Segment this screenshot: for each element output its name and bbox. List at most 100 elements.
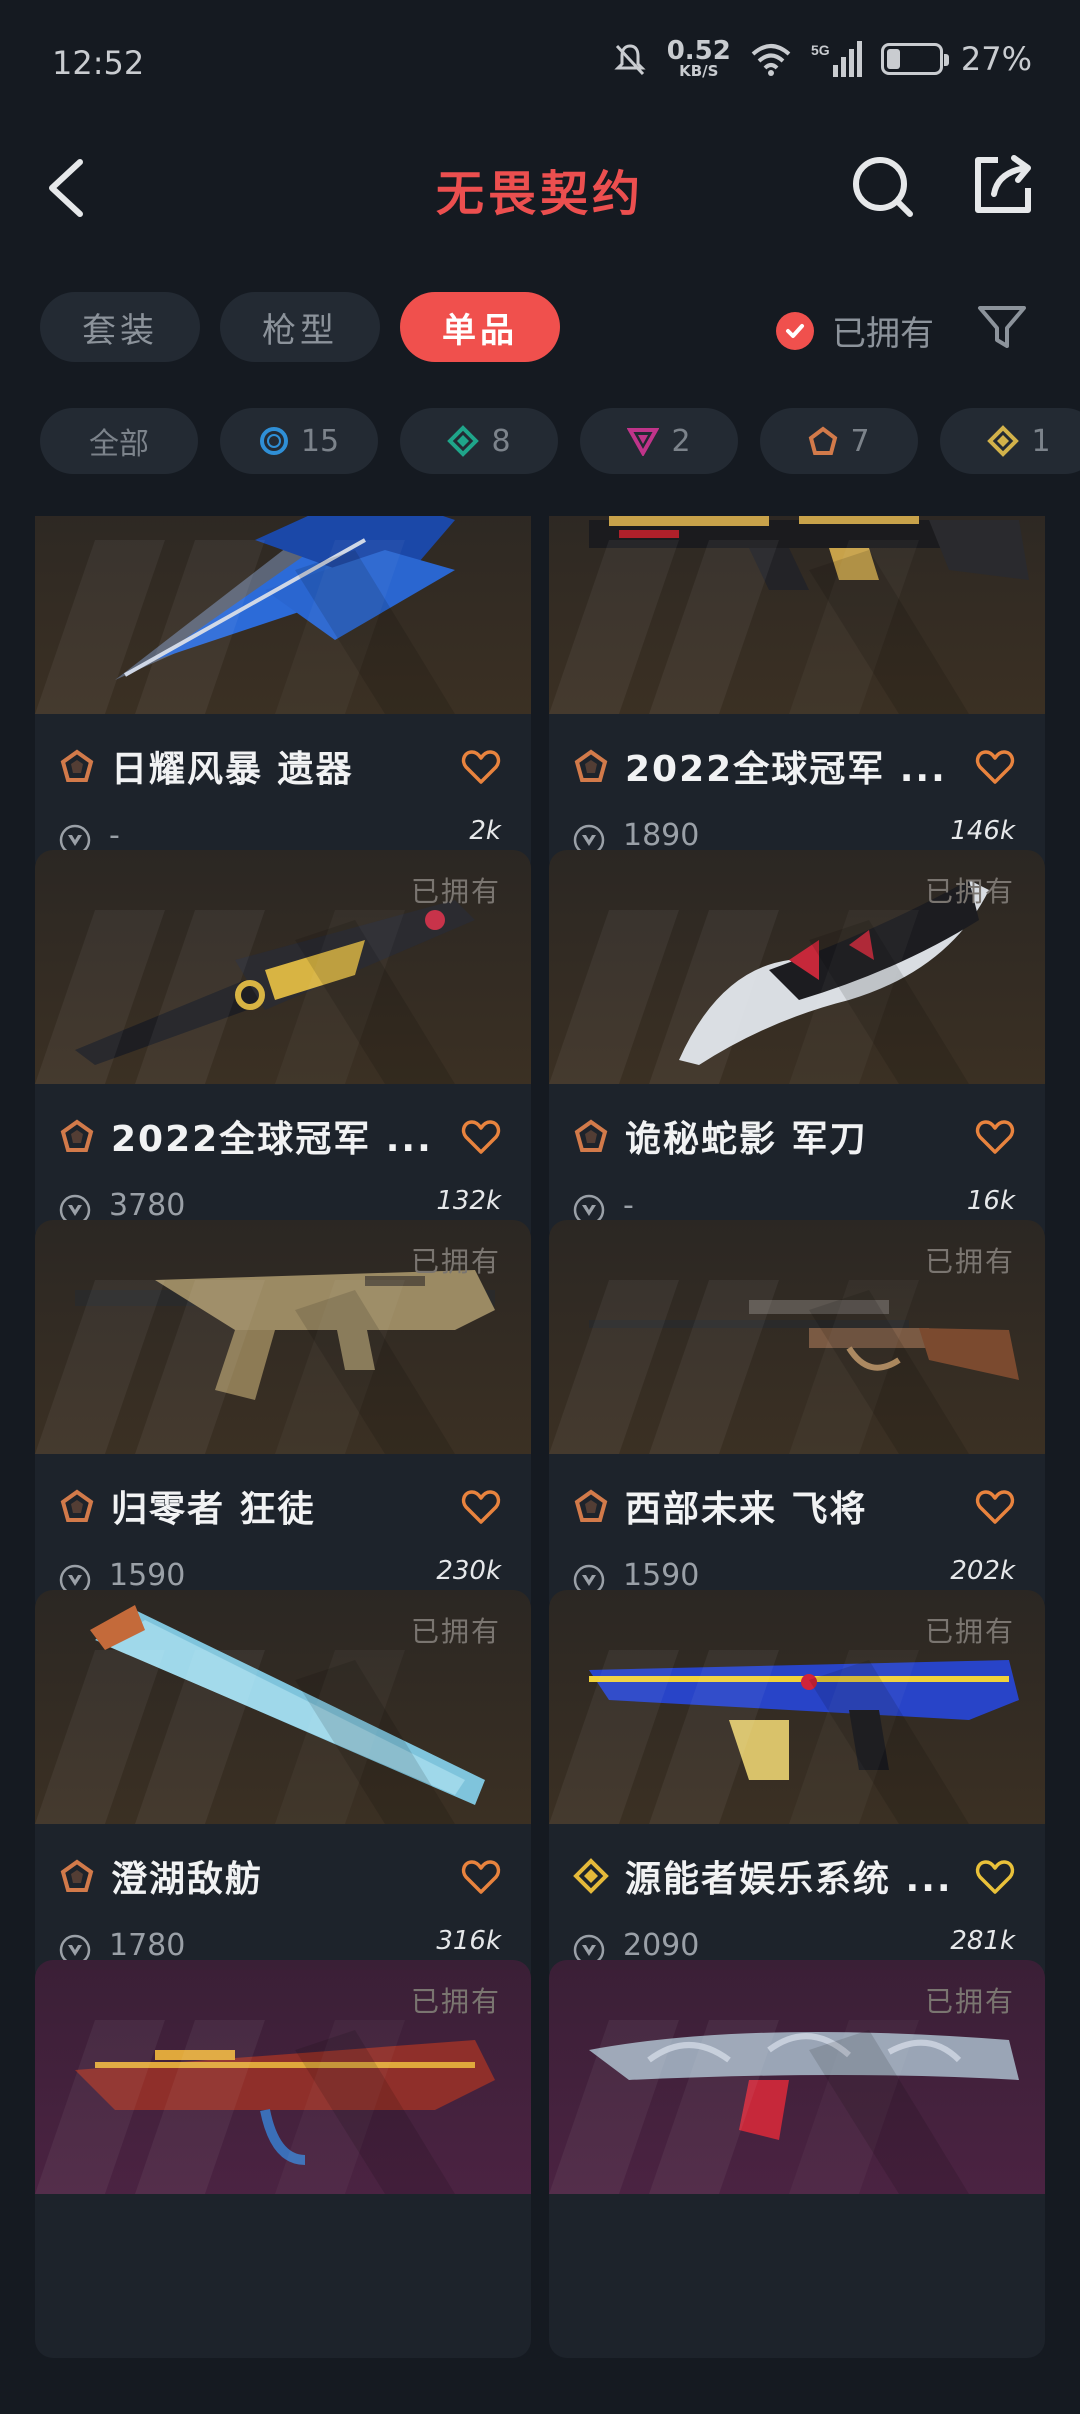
heart-icon [975, 750, 1015, 784]
favorite-button[interactable] [975, 1118, 1015, 1156]
mute-icon [614, 43, 646, 75]
chip-label: 7 [850, 423, 870, 459]
item-image: 已拥有 [549, 1960, 1045, 2194]
item-card[interactable]: 已拥有 归零者 狂徒 1590 230k [35, 1220, 531, 1618]
net-speed-value: 0.52 [666, 36, 731, 66]
chip-tier-exclusive[interactable]: 7 [760, 408, 918, 474]
item-likes: 202k [950, 1556, 1015, 1586]
item-price: - [109, 818, 120, 853]
item-title: 日耀风暴 遗器 [111, 749, 354, 790]
item-title: 源能者娱乐系统 ... [625, 1859, 953, 1900]
battery-percent: 27% [960, 39, 1032, 78]
heart-icon [461, 1860, 501, 1894]
card-background-pattern [549, 540, 969, 714]
item-title: 2022全球冠军 ... [111, 1119, 433, 1160]
favorite-button[interactable] [461, 1858, 501, 1896]
item-image: 已拥有 [549, 1220, 1045, 1454]
item-price: 1590 [623, 1558, 700, 1593]
heart-icon [975, 1490, 1015, 1524]
heart-icon [975, 1860, 1015, 1894]
battery-icon [880, 42, 949, 75]
item-info [35, 2194, 531, 2358]
owned-tag: 已拥有 [410, 1615, 501, 1648]
pentagon-tier-icon [60, 1859, 94, 1892]
chip-label: 1 [1031, 423, 1051, 459]
wifi-icon [751, 43, 791, 76]
item-likes: 316k [436, 1926, 501, 1956]
chip-tier-ultra[interactable]: 1 [940, 408, 1080, 474]
item-card[interactable]: 已拥有 诡秘蛇影 军刀 - 16k [549, 850, 1045, 1248]
rarity-chips: 全部 15 8 2 7 1 [40, 408, 1080, 474]
owned-filter-label: 已拥有 [832, 314, 934, 354]
net-speed-unit: KB/S [679, 62, 719, 80]
item-price: - [623, 1188, 634, 1223]
chip-tier-deluxe[interactable]: 8 [400, 408, 558, 474]
tab-gun-types[interactable]: 枪型 [220, 292, 380, 362]
owned-tag: 已拥有 [924, 1245, 1015, 1278]
item-info [549, 2194, 1045, 2358]
item-card[interactable]: 日耀风暴 遗器 - 2k [35, 516, 531, 878]
favorite-button[interactable] [461, 1488, 501, 1526]
status-bar: 12:52 0.52 KB/S 5G 27% [0, 0, 1080, 130]
chip-all[interactable]: 全部 [40, 408, 198, 474]
tab-suits[interactable]: 套装 [40, 292, 200, 362]
category-tabs: 套装 枪型 单品 [40, 292, 560, 362]
item-title: 2022全球冠军 ... [625, 749, 947, 790]
item-title: 诡秘蛇影 军刀 [625, 1119, 868, 1160]
item-price: 1590 [109, 1558, 186, 1593]
item-image: 已拥有 [549, 1590, 1045, 1824]
chip-label: 全部 [89, 427, 149, 462]
battery-fill [886, 48, 901, 69]
page-title: 无畏契约 [435, 166, 644, 222]
header: 无畏契约 [0, 130, 1080, 240]
pentagon-tier-icon [60, 749, 94, 782]
item-card[interactable]: 已拥有 [549, 1960, 1045, 2358]
search-button[interactable] [848, 150, 918, 220]
favorite-button[interactable] [975, 748, 1015, 786]
chip-tier-select[interactable]: 15 [220, 408, 378, 474]
pentagon-tier-icon [574, 1119, 608, 1152]
rhombus-tier-icon [573, 1858, 609, 1894]
favorite-button[interactable] [975, 1488, 1015, 1526]
item-title: 归零者 狂徒 [111, 1489, 316, 1530]
item-price: 1890 [623, 818, 700, 853]
favorite-button[interactable] [461, 1118, 501, 1156]
item-card[interactable]: 2022全球冠军 ... 1890 146k [549, 516, 1045, 878]
card-background-pattern [35, 540, 455, 714]
circle-tier-icon [259, 427, 288, 455]
item-card[interactable]: 已拥有 源能者娱乐系统 ... 2090 281k [549, 1590, 1045, 1988]
favorite-button[interactable] [461, 748, 501, 786]
filter-button[interactable] [974, 298, 1030, 354]
item-card[interactable]: 已拥有 澄湖敌舫 1780 316k [35, 1590, 531, 1988]
item-likes: 281k [950, 1926, 1015, 1956]
favorite-button[interactable] [975, 1858, 1015, 1896]
heart-icon [975, 1120, 1015, 1154]
heart-icon [461, 1490, 501, 1524]
owned-filter-toggle[interactable]: 已拥有 [776, 306, 934, 355]
item-card[interactable]: 已拥有 2022全球冠军 ... 3780 132k [35, 850, 531, 1248]
item-likes: 146k [950, 816, 1015, 846]
item-card[interactable]: 已拥有 [35, 1960, 531, 2358]
owned-tag: 已拥有 [410, 1985, 501, 2018]
checkbox-checked-icon[interactable] [776, 311, 814, 350]
chip-tier-premium[interactable]: 2 [580, 408, 738, 474]
item-price: 3780 [109, 1188, 186, 1223]
diamond-tier-icon [447, 425, 480, 457]
item-image: 已拥有 [35, 1960, 531, 2194]
item-price: 2090 [623, 1928, 700, 1963]
chip-label: 15 [300, 423, 340, 459]
owned-tag: 已拥有 [410, 875, 501, 908]
owned-tag: 已拥有 [924, 1615, 1015, 1648]
filter-icon [978, 306, 1026, 348]
status-icons: 0.52 KB/S 5G 27% [611, 38, 1032, 79]
chip-label: 2 [671, 423, 691, 459]
item-price: 1780 [109, 1928, 186, 1963]
owned-tag: 已拥有 [924, 875, 1015, 908]
item-likes: 16k [966, 1186, 1015, 1216]
tab-single-items[interactable]: 单品 [400, 292, 560, 362]
heart-icon [461, 1120, 501, 1154]
owned-tag: 已拥有 [410, 1245, 501, 1278]
item-card[interactable]: 已拥有 西部未来 飞将 1590 202k [549, 1220, 1045, 1618]
triangle-tier-icon [627, 428, 660, 456]
share-button[interactable] [968, 150, 1038, 220]
